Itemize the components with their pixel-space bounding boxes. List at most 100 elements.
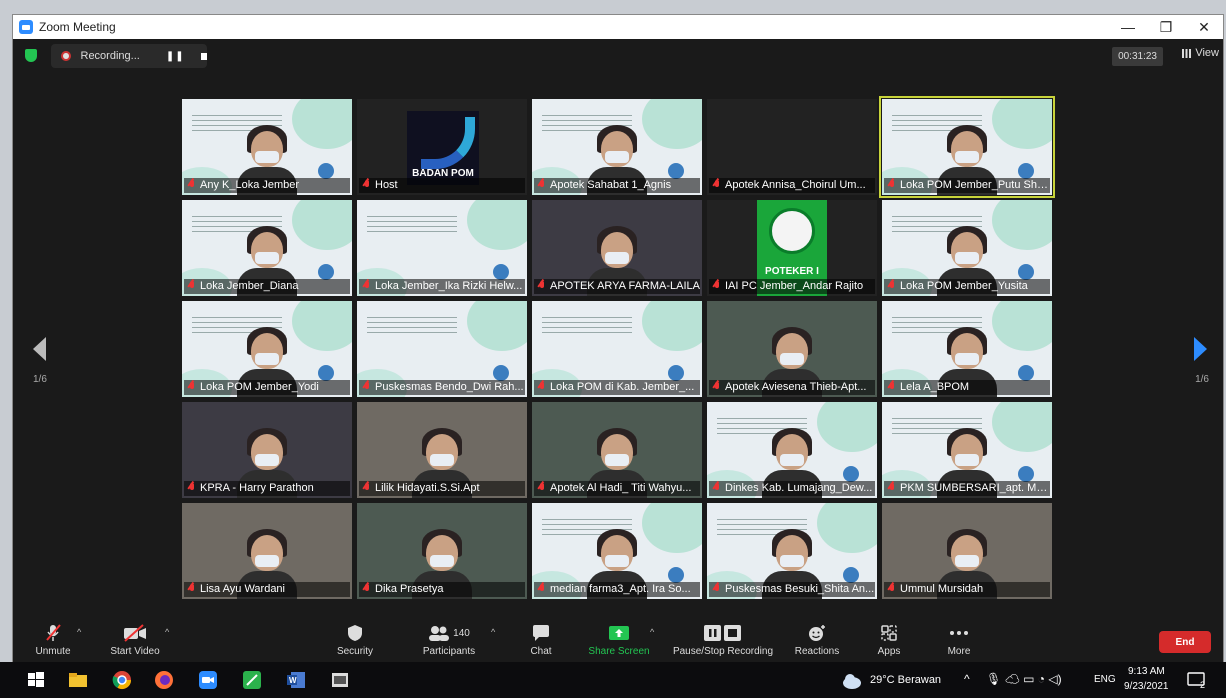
participant-tile[interactable]: Dinkes Kab. Lumajang_Dew... xyxy=(707,402,877,498)
start-video-button[interactable]: Start Video xyxy=(95,623,175,657)
muted-mic-icon xyxy=(888,281,896,292)
title-bar: Zoom Meeting — ❐ ✕ xyxy=(13,15,1223,39)
grid-view-icon xyxy=(1182,48,1192,58)
muted-mic-icon xyxy=(713,584,721,595)
tray-icons[interactable]: 🎙 ☁ ▭ ◔ ◁) xyxy=(986,672,1062,686)
slide-germ-icon xyxy=(1018,264,1034,280)
participant-tile[interactable]: Apotek Al Hadi_ Titi Wahyu... xyxy=(532,402,702,498)
share-screen-icon xyxy=(609,626,629,640)
participant-tile[interactable]: Ummul Mursidah xyxy=(882,503,1052,599)
encryption-shield-icon[interactable] xyxy=(25,49,37,62)
participant-tile[interactable]: POTEKER I IAI PC Jember_Andar Rajito xyxy=(707,200,877,296)
clock-date[interactable]: 9/23/2021 xyxy=(1124,681,1169,692)
muted-mic-icon xyxy=(538,483,546,494)
participant-name: Lisa Ayu Wardani xyxy=(184,582,350,597)
slide-germ-icon xyxy=(1018,163,1034,179)
participant-tile[interactable]: Apotek Annisa_Choirul Um... xyxy=(707,99,877,195)
recording-indicator: Recording... ❚❚ xyxy=(51,44,207,68)
audio-options-chevron-icon[interactable]: ^ xyxy=(77,627,81,637)
tray-chevron-icon[interactable]: ^ xyxy=(964,672,970,686)
pause-recording-button[interactable]: ❚❚ xyxy=(166,51,185,62)
zoom-taskbar-icon[interactable] xyxy=(198,670,218,690)
participants-button[interactable]: 140 Participants xyxy=(409,623,489,657)
weather-text[interactable]: 29°C Berawan xyxy=(870,674,941,686)
apps-button[interactable]: Apps xyxy=(849,623,929,657)
participant-tile[interactable]: Lela A_BPOM xyxy=(882,301,1052,397)
muted-mic-icon xyxy=(713,281,721,292)
reactions-button[interactable]: Reactions xyxy=(777,623,857,657)
muted-mic-icon xyxy=(713,483,721,494)
maximize-button[interactable]: ❐ xyxy=(1147,15,1185,39)
word-icon[interactable]: W xyxy=(286,670,306,690)
muted-mic-icon xyxy=(538,180,546,191)
pause-stop-recording-button[interactable]: Pause/Stop Recording xyxy=(663,623,783,657)
share-options-chevron-icon[interactable]: ^ xyxy=(650,627,654,637)
participants-options-chevron-icon[interactable]: ^ xyxy=(491,627,495,637)
muted-mic-icon xyxy=(363,180,371,191)
muted-mic-icon xyxy=(538,281,546,292)
participants-count: 140 xyxy=(453,627,470,639)
windows-start-icon[interactable] xyxy=(26,670,46,690)
chrome-icon[interactable] xyxy=(112,670,132,690)
language-indicator[interactable]: ENG xyxy=(1094,674,1116,685)
participant-name: IAI PC Jember_Andar Rajito xyxy=(709,279,875,294)
share-screen-button[interactable]: Share Screen xyxy=(579,623,659,657)
participant-tile[interactable]: Puskesmas Besuki_Shita An... xyxy=(707,503,877,599)
next-page-arrow-icon[interactable] xyxy=(1194,337,1207,361)
security-button[interactable]: Security xyxy=(315,623,395,657)
participant-tile[interactable]: Loka POM Jember_Putu Shintya xyxy=(879,96,1055,198)
participant-tile[interactable]: Puskesmas Bendo_Dwi Rah... xyxy=(357,301,527,397)
pause-stop-icon xyxy=(704,625,741,641)
file-explorer-icon[interactable] xyxy=(68,670,88,690)
participant-tile[interactable]: KPRA - Harry Parathon xyxy=(182,402,352,498)
participant-name: Loka POM Jember_Yodi xyxy=(184,380,350,395)
muted-mic-icon xyxy=(188,584,196,595)
window-title: Zoom Meeting xyxy=(39,20,116,34)
participant-tile[interactable]: Lilik Hidayati.S.Si.Apt xyxy=(357,402,527,498)
more-label: More xyxy=(947,646,971,657)
participant-tile[interactable]: PKM SUMBERSARI_apt. Mu... xyxy=(882,402,1052,498)
participant-name: Lela A_BPOM xyxy=(884,380,1050,395)
participant-tile[interactable]: Loka POM di Kab. Jember_... xyxy=(532,301,702,397)
participant-tile[interactable]: Any K_Loka Jember xyxy=(182,99,352,195)
muted-mic-icon xyxy=(363,584,371,595)
participant-tile[interactable]: BADAN POM Host xyxy=(357,99,527,195)
slide-germ-icon xyxy=(668,567,684,583)
participant-tile[interactable]: Loka Jember_Ika Rizki Helw... xyxy=(357,200,527,296)
end-meeting-button[interactable]: End xyxy=(1159,631,1211,653)
unmute-label: Unmute xyxy=(35,646,71,657)
participant-name: Loka POM Jember_Yusita xyxy=(884,279,1050,294)
close-button[interactable]: ✕ xyxy=(1185,15,1223,39)
participant-tile[interactable]: Apotek Sahabat 1_Agnis xyxy=(532,99,702,195)
firefox-icon[interactable] xyxy=(154,670,174,690)
muted-mic-icon xyxy=(188,382,196,393)
clock-time[interactable]: 9:13 AM xyxy=(1128,666,1165,677)
video-options-chevron-icon[interactable]: ^ xyxy=(165,627,169,637)
participant-tile[interactable]: Loka POM Jember_Yodi xyxy=(182,301,352,397)
more-button[interactable]: More xyxy=(919,623,999,657)
previous-page-arrow-icon[interactable] xyxy=(33,337,46,361)
muted-mic-icon xyxy=(888,483,896,494)
participant-tile[interactable]: APOTEK ARYA FARMA-LAILA xyxy=(532,200,702,296)
muted-mic-icon xyxy=(888,180,896,191)
app-window-icon[interactable] xyxy=(330,670,350,690)
record-dot-icon xyxy=(61,51,71,61)
participant-name: Apotek Al Hadi_ Titi Wahyu... xyxy=(534,481,700,496)
participants-label: Participants xyxy=(422,646,476,657)
apps-icon xyxy=(881,625,897,641)
participant-tile[interactable]: Loka POM Jember_Yusita xyxy=(882,200,1052,296)
minimize-button[interactable]: — xyxy=(1109,15,1147,39)
chat-button[interactable]: Chat xyxy=(501,623,581,657)
participant-tile[interactable]: Loka Jember_Diana xyxy=(182,200,352,296)
recording-label: Recording... xyxy=(80,50,140,62)
muted-mic-icon xyxy=(888,584,896,595)
participant-tile[interactable]: Lisa Ayu Wardani xyxy=(182,503,352,599)
muted-mic-icon xyxy=(538,382,546,393)
participant-tile[interactable]: median farma3_Apt. Ira So... xyxy=(532,503,702,599)
participant-name: median farma3_Apt. Ira So... xyxy=(534,582,700,597)
stop-recording-button[interactable] xyxy=(200,52,207,60)
participant-tile[interactable]: Apotek Aviesena Thieb-Apt... xyxy=(707,301,877,397)
view-button[interactable]: View xyxy=(1182,47,1219,59)
participant-tile[interactable]: Dika Prasetya xyxy=(357,503,527,599)
snipping-tool-icon[interactable] xyxy=(242,670,262,690)
